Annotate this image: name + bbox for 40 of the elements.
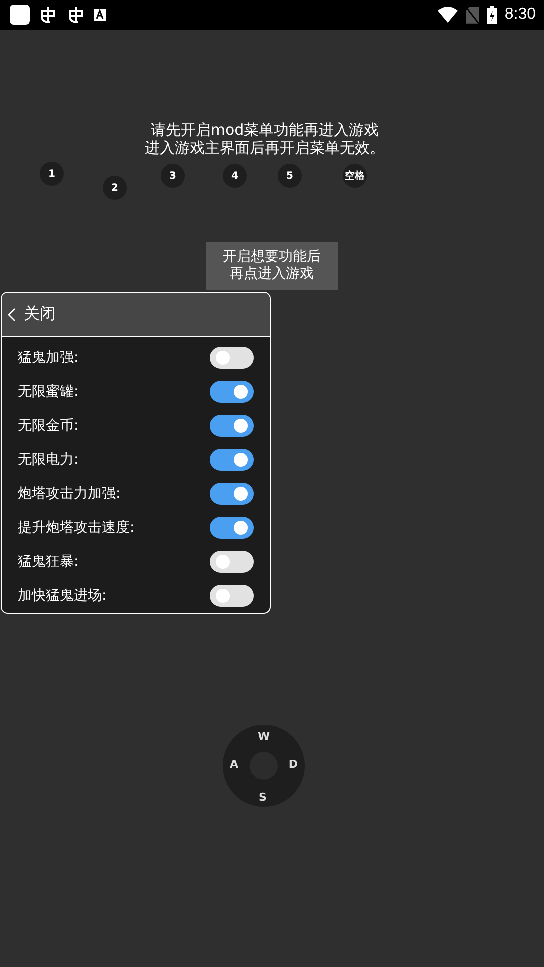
- toggle-switch[interactable]: [210, 483, 254, 505]
- joystick-label: W: [258, 730, 270, 743]
- option-label: 无限电力:: [18, 451, 79, 469]
- joystick-label: S: [259, 791, 267, 804]
- option-label: 无限金币:: [18, 417, 79, 435]
- bug-icon: [38, 5, 58, 25]
- wifi-icon: [438, 7, 458, 23]
- clock-time: 8:30: [504, 6, 536, 24]
- close-button[interactable]: 关闭: [2, 293, 270, 337]
- toast-text: 再点进入游戏: [230, 266, 314, 283]
- toggle-switch[interactable]: [210, 449, 254, 471]
- toggle-switch[interactable]: [210, 381, 254, 403]
- option-label: 加快猛鬼进场:: [18, 587, 107, 605]
- option-label: 提升炮塔攻击速度:: [18, 519, 135, 537]
- keyboard-icon: [94, 9, 106, 21]
- joystick-label: D: [288, 758, 298, 771]
- option-label: 猛鬼加强:: [18, 349, 79, 367]
- toggle-switch[interactable]: [210, 585, 254, 607]
- joystick-pad[interactable]: W A D S: [223, 725, 305, 807]
- back-chevron-icon: [8, 308, 16, 322]
- joystick-label: A: [230, 758, 239, 771]
- toggle-switch[interactable]: [210, 415, 254, 437]
- key-button[interactable]: 2: [103, 176, 127, 200]
- key-button[interactable]: 4: [223, 164, 247, 188]
- notice-text: 进入游戏主界面后再开启菜单无效。: [145, 139, 385, 157]
- key-button[interactable]: 空格: [343, 164, 367, 188]
- notice-text: 请先开启mod菜单功能再进入游戏: [150, 121, 380, 139]
- toggle-switch[interactable]: [210, 517, 254, 539]
- toggle-switch[interactable]: [210, 347, 254, 369]
- option-label: 炮塔攻击力加强:: [18, 485, 121, 503]
- key-button[interactable]: 3: [161, 164, 185, 188]
- bug-icon: [66, 5, 86, 25]
- toast-text: 开启想要功能后: [223, 249, 321, 266]
- toggle-switch[interactable]: [210, 551, 254, 573]
- battery-icon: [486, 6, 497, 24]
- option-label: 无限蜜罐:: [18, 383, 79, 401]
- option-label: 猛鬼狂暴:: [18, 553, 79, 571]
- key-button[interactable]: 1: [40, 162, 64, 186]
- key-button[interactable]: 5: [278, 164, 302, 188]
- no-sim-icon: [466, 6, 479, 24]
